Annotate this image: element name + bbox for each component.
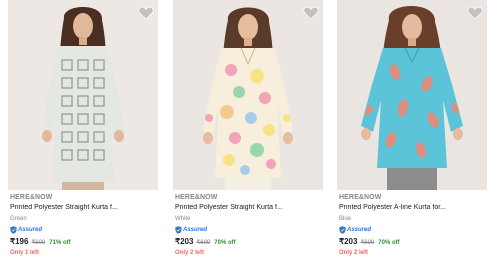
stock-warning: Only 2 left	[175, 250, 205, 256]
model-photo-blue-kurta	[337, 0, 487, 190]
product-color: Green	[10, 216, 27, 222]
shield-check-icon	[10, 225, 17, 234]
product-image[interactable]	[8, 0, 158, 190]
product-card[interactable]: HERE&NOW Printed Polyester Straight Kurt…	[8, 0, 158, 262]
wishlist-heart-icon[interactable]	[467, 6, 483, 20]
wishlist-heart-icon[interactable]	[303, 6, 319, 20]
selling-price: ₹203	[339, 237, 358, 246]
selling-price: ₹196	[10, 237, 29, 246]
product-image[interactable]	[173, 0, 323, 190]
original-price: ₹699	[196, 240, 211, 246]
original-price: ₹699	[31, 240, 46, 246]
model-photo-green-kurta	[8, 0, 158, 190]
product-brand: HERE&NOW	[339, 194, 382, 201]
price-row: ₹203 ₹699 70% off	[175, 237, 236, 246]
shield-check-icon	[175, 225, 182, 234]
assured-label: Assured	[183, 226, 208, 233]
price-row: ₹196 ₹699 71% off	[10, 237, 71, 246]
assured-badge: Assured	[10, 225, 42, 234]
discount-label: 70% off	[214, 240, 236, 246]
shield-check-icon	[339, 225, 346, 234]
stock-warning: Only 1 left	[10, 250, 40, 256]
product-grid: HERE&NOW Printed Polyester Straight Kurt…	[0, 0, 500, 262]
product-brand: HERE&NOW	[175, 194, 218, 201]
selling-price: ₹203	[175, 237, 194, 246]
assured-label: Assured	[347, 226, 372, 233]
assured-label: Assured	[18, 226, 43, 233]
product-brand: HERE&NOW	[10, 194, 53, 201]
model-photo-white-kurta	[173, 0, 323, 190]
product-image[interactable]	[337, 0, 487, 190]
stock-warning: Only 2 left	[339, 250, 369, 256]
product-title[interactable]: Printed Polyester Straight Kurta f...	[175, 204, 321, 211]
product-card[interactable]: HERE&NOW Printed Polyester Straight Kurt…	[173, 0, 323, 262]
discount-label: 71% off	[49, 240, 71, 246]
assured-badge: Assured	[175, 225, 207, 234]
product-card[interactable]: HERE&NOW Printed Polyester A-line Kurta …	[337, 0, 487, 262]
product-color: Blue	[339, 216, 352, 222]
product-title[interactable]: Printed Polyester Straight Kurta f...	[10, 204, 156, 211]
product-title[interactable]: Printed Polyester A-line Kurta for...	[339, 204, 485, 211]
assured-badge: Assured	[339, 225, 371, 234]
product-color: White	[175, 216, 191, 222]
wishlist-heart-icon[interactable]	[138, 6, 154, 20]
price-row: ₹203 ₹699 70% off	[339, 237, 400, 246]
discount-label: 70% off	[378, 240, 400, 246]
original-price: ₹699	[360, 240, 375, 246]
